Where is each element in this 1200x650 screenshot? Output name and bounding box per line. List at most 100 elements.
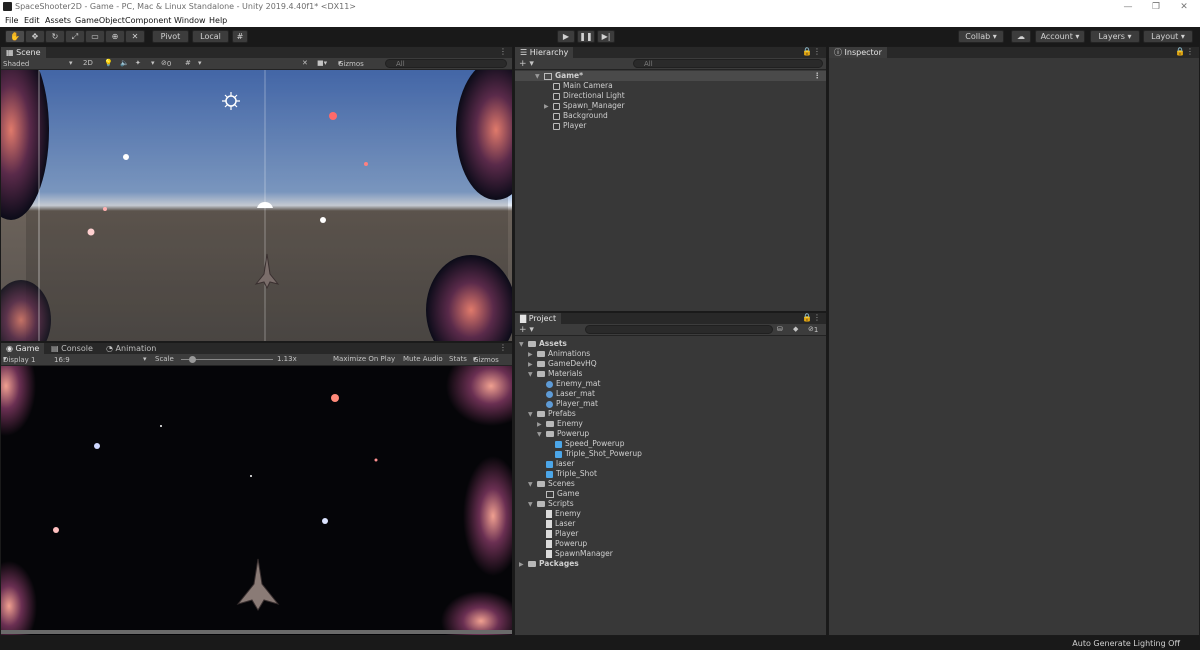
project-search-input[interactable] [585,325,773,334]
play-button[interactable]: ▶ [557,30,575,43]
lighting-icon[interactable]: 💡 [104,59,113,67]
pause-button[interactable]: ❚❚ [577,30,595,43]
grid-icon[interactable]: # [185,59,191,67]
expand-arrow-icon[interactable]: ▼ [537,430,546,440]
menu-help[interactable]: Help [209,16,227,25]
project-item[interactable]: Player_mat [537,399,598,409]
rotate-tool-icon[interactable]: ↻ [45,30,65,43]
lock-icon[interactable]: 🔒 [1175,47,1185,56]
expand-arrow-icon[interactable]: ▼ [535,72,544,82]
hierarchy-item-directional-light[interactable]: Directional Light [553,91,625,101]
project-item[interactable]: ▼ Materials [528,369,582,379]
scene-viewport[interactable] [1,70,512,341]
hierarchy-search-input[interactable]: All [633,59,823,68]
audio-icon[interactable]: 🔈 [120,59,129,67]
maximize-icon[interactable]: ❐ [1142,0,1170,14]
minimize-icon[interactable]: — [1114,0,1142,14]
project-item[interactable]: Laser_mat [537,389,595,399]
transform-tool-icon[interactable]: ⊕ [105,30,125,43]
project-item[interactable]: laser [537,459,574,469]
project-item[interactable]: Laser [537,519,575,529]
collab-dropdown[interactable]: Collab ▾ [958,30,1004,43]
lock-icon[interactable]: 🔒 [802,47,812,56]
hidden-packages-icon[interactable]: ⊘ 1 [808,325,818,334]
game-gizmos-dropdown[interactable]: Gizmos ▾ [473,355,499,364]
project-item[interactable]: ▼ Scenes [528,479,575,489]
project-item[interactable]: ▼ Assets [519,339,567,349]
lighting-status[interactable]: Auto Generate Lighting Off [1072,639,1180,648]
expand-arrow-icon[interactable]: ▼ [528,480,537,490]
tab-hierarchy[interactable]: ☰ Hierarchy [515,47,574,58]
account-dropdown[interactable]: Account ▾ [1035,30,1085,43]
search-by-label-icon[interactable]: ◆ [793,325,798,333]
expand-arrow-icon[interactable]: ▼ [519,340,528,350]
tab-inspector[interactable]: ⓘ Inspector [829,47,887,58]
hierarchy-scene-row[interactable]: ▼ Game* ⋮ [515,71,826,81]
tab-console[interactable]: ▤ Console [46,343,98,354]
layout-dropdown[interactable]: Layout ▾ [1143,30,1193,43]
project-item[interactable]: Triple_Shot_Powerup [546,449,642,459]
tab-game[interactable]: ◉ Game [1,343,45,354]
expand-arrow-icon[interactable]: ▶ [519,560,528,570]
menu-window[interactable]: Window [174,16,206,25]
lock-icon[interactable]: 🔒 [802,313,812,322]
pivot-toggle[interactable]: Pivot [152,30,189,43]
scene-menu-icon[interactable]: ⋮ [814,71,822,81]
panel-menu-icon[interactable]: ⋮ [1186,47,1194,56]
tab-scene[interactable]: ▦ Scene [1,47,46,58]
project-item[interactable]: ▼ Scripts [528,499,574,509]
mute-audio-toggle[interactable]: Mute Audio [403,355,443,363]
expand-arrow-icon[interactable]: ▼ [528,370,537,380]
step-button[interactable]: ▶| [597,30,615,43]
close-icon[interactable]: ✕ [1170,0,1198,14]
hidden-objects-icon[interactable]: ⊘ 0 [161,59,171,68]
hierarchy-item-background[interactable]: Background [553,111,608,121]
expand-arrow-icon[interactable]: ▼ [528,500,537,510]
layers-dropdown[interactable]: Layers ▾ [1090,30,1140,43]
move-tool-icon[interactable]: ✥ [25,30,45,43]
scene-search-input[interactable]: All [385,59,507,68]
project-item[interactable]: Game [537,489,579,499]
project-item[interactable]: ▼ Prefabs [528,409,576,419]
hierarchy-item-main-camera[interactable]: Main Camera [553,81,613,91]
project-item[interactable]: Enemy [537,509,581,519]
scale-slider-thumb[interactable] [189,356,197,363]
project-item[interactable]: Powerup [537,539,587,549]
project-item[interactable]: ▶ GameDevHQ [528,359,597,369]
menu-edit[interactable]: Edit [24,16,40,25]
tab-animation[interactable]: ◔ Animation [101,343,161,354]
display-dropdown[interactable]: Display 1 ▾ [3,355,35,364]
project-item[interactable]: ▼ Powerup [537,429,589,439]
mode-2d-toggle[interactable]: 2D [83,59,93,67]
snap-grid-icon[interactable]: # [232,30,248,43]
local-toggle[interactable]: Local [192,30,229,43]
project-item[interactable]: Player [537,529,578,539]
menu-component[interactable]: Component [125,16,171,25]
hierarchy-item-player[interactable]: Player [553,121,586,131]
project-item[interactable]: SpawnManager [537,549,613,559]
cloud-icon[interactable]: ☁ [1011,30,1031,43]
effects-icon[interactable]: ✦ [135,59,141,67]
tools-icon[interactable]: ✕ [302,59,308,67]
tab-project[interactable]: ▇ Project [515,313,562,324]
rect-tool-icon[interactable]: ▭ [85,30,105,43]
create-plus-icon[interactable]: + ▾ [519,325,534,335]
menu-assets[interactable]: Assets [45,16,71,25]
scene-gizmos-dropdown[interactable]: Gizmos ▾ [338,59,364,68]
expand-arrow-icon[interactable]: ▶ [544,102,553,112]
camera-icon[interactable]: ■▾ [317,59,327,67]
expand-arrow-icon[interactable]: ▼ [528,410,537,420]
hierarchy-item-spawn-manager[interactable]: ▶ Spawn_Manager [544,101,625,111]
custom-tool-icon[interactable]: ✕ [125,30,145,43]
scale-tool-icon[interactable]: ⤢ [65,30,85,43]
panel-menu-icon[interactable]: ⋮ [499,343,507,352]
project-item[interactable]: Triple_Shot [537,469,597,479]
panel-menu-icon[interactable]: ⋮ [499,47,507,56]
maximize-on-play-toggle[interactable]: Maximize On Play [333,355,395,363]
panel-menu-icon[interactable]: ⋮ [813,47,821,56]
panel-menu-icon[interactable]: ⋮ [813,313,821,322]
project-item[interactable]: Speed_Powerup [546,439,624,449]
project-item[interactable]: ▶ Animations [528,349,590,359]
game-viewport[interactable] [1,366,512,635]
menu-gameobject[interactable]: GameObject [75,16,125,25]
